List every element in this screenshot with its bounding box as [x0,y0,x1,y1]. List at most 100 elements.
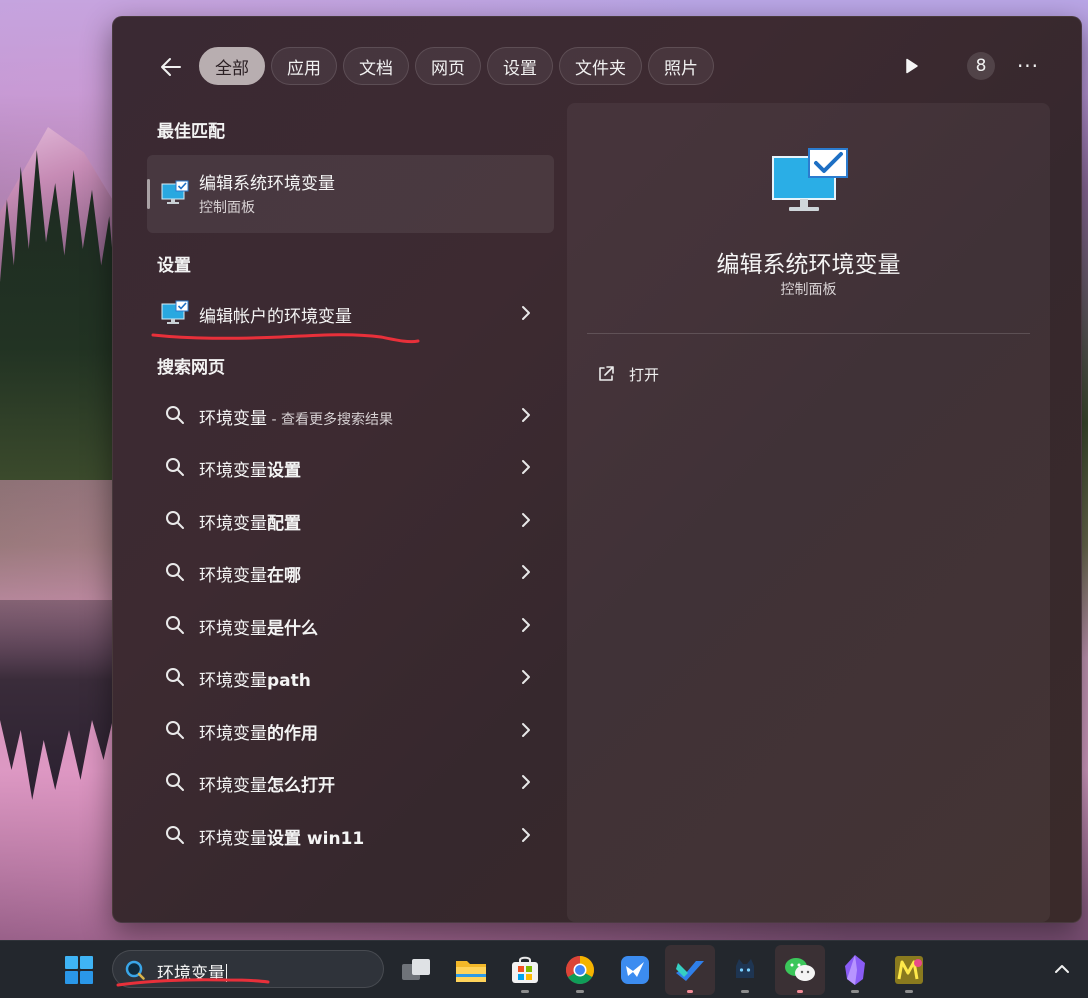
taskbar: 环境变量 [0,940,1088,998]
search-icon [166,721,184,739]
web-result-base: 环境变量 [199,514,267,534]
web-result-item[interactable]: 环境变量配置 [147,498,554,542]
search-icon [166,406,184,424]
arrow-left-icon [161,58,181,76]
web-result-bold: 在哪 [267,566,301,586]
web-result-item[interactable]: 环境变量怎么打开 [147,760,554,804]
web-result-label: 环境变量怎么打开 [199,771,335,796]
web-result-item[interactable]: 环境变量设置 [147,445,554,489]
filter-chip-folders[interactable]: 文件夹 [559,47,642,85]
search-icon [166,826,184,844]
open-external-icon [599,366,614,381]
web-result-bold: 是什么 [267,619,318,639]
wallpaper-lake-reflection [0,600,115,800]
web-result-item[interactable]: 环境变量的作用 [147,708,554,752]
filter-chip-photos[interactable]: 照片 [648,47,714,85]
obsidian-icon [845,955,865,985]
web-result-label: 环境变量配置 [199,509,301,534]
file-explorer-icon [456,961,486,982]
running-indicator [687,990,693,993]
search-icon [166,668,184,686]
windows-start-icon[interactable] [64,955,94,985]
web-result-item[interactable]: 环境变量path [147,655,554,699]
back-button[interactable] [153,49,189,85]
taskbar-cat-app[interactable] [720,945,770,995]
settings-item-label: 编辑帐户的环境变量 [199,307,352,327]
web-result-bold: 配置 [267,514,301,534]
filter-chip-settings[interactable]: 设置 [487,47,553,85]
open-action-label: 打开 [629,365,660,384]
web-result-base: 环境变量 [199,724,267,744]
filter-chip-apps[interactable]: 应用 [271,47,337,85]
taskbar-obsidian[interactable] [830,945,880,995]
taskbar-wechat[interactable] [775,945,825,995]
search-panel: 全部 应用 文档 网页 设置 文件夹 照片 8 ··· 最佳匹配 编辑系统环境变… [112,16,1082,923]
running-indicator [851,990,859,993]
web-result-bold: 设置 win11 [267,829,365,849]
web-result-base: 环境变量 [199,566,267,586]
search-icon [166,458,184,476]
web-result-bold: 怎么打开 [267,776,335,796]
cat-app-icon [736,959,754,978]
web-result-bold: 的作用 [267,724,318,744]
web-result-item[interactable]: 环境变量是什么 [147,603,554,647]
web-result-item[interactable]: 环境变量设置 win11 [147,813,554,857]
chevron-right-icon [522,460,530,474]
web-result-base: 环境变量 [199,619,267,639]
filter-chip-documents[interactable]: 文档 [343,47,409,85]
chevron-up-icon[interactable] [1052,959,1072,979]
taskbar-file-explorer[interactable] [446,945,496,995]
best-match-title: 编辑系统环境变量 [199,174,335,194]
monitor-check-icon [161,300,189,324]
rewards-count-badge[interactable]: 8 [967,52,995,80]
chevron-right-icon [522,670,530,684]
app-blue-icon [676,961,704,981]
search-icon [166,511,184,529]
chevron-right-icon [522,618,530,632]
running-indicator [576,990,584,993]
monitor-check-icon [161,180,189,204]
filter-chip-all[interactable]: 全部 [199,47,265,85]
open-action[interactable]: 打开 [597,359,659,389]
preview-divider [587,333,1030,334]
running-indicator [741,990,749,993]
settings-heading: 设置 [157,256,191,276]
chevron-right-icon [522,306,530,320]
taskbar-task-view[interactable] [391,945,441,995]
play-button[interactable] [899,53,925,79]
web-result-bold: path [267,671,311,691]
chevron-right-icon [522,408,530,422]
best-match-subtitle: 控制面板 [199,200,255,216]
annotation-underline [116,978,270,987]
web-result-base: 环境变量 [199,671,267,691]
taskbar-blue-app[interactable] [665,945,715,995]
task-view-icon [402,959,430,980]
more-options-button[interactable]: ··· [1013,52,1043,80]
preview-pane: 编辑系统环境变量 控制面板 打开 [567,103,1050,922]
web-result-item[interactable]: 环境变量在哪 [147,550,554,594]
chevron-right-icon [522,513,530,527]
running-indicator [905,990,913,993]
web-result-item[interactable]: 环境变量 - 查看更多搜索结果 [147,393,554,437]
web-result-label: 环境变量设置 win11 [199,824,364,849]
filter-chips: 全部 应用 文档 网页 设置 文件夹 照片 [199,47,714,85]
chevron-right-icon [522,565,530,579]
best-match-card[interactable]: 编辑系统环境变量 控制面板 [147,155,554,233]
taskbar-m2-app[interactable] [884,945,934,995]
running-indicator [521,990,529,993]
search-icon [166,563,184,581]
search-icon [166,616,184,634]
web-result-label: 环境变量设置 [199,456,301,481]
monitor-check-icon [772,148,848,211]
filter-chip-web[interactable]: 网页 [415,47,481,85]
web-result-bold: 设置 [267,461,301,481]
web-result-base: 环境变量 [199,829,267,849]
taskbar-feishu[interactable] [610,945,660,995]
web-result-base: 环境变量 [199,776,267,796]
chevron-right-icon [522,723,530,737]
taskbar-microsoft-store[interactable] [500,945,550,995]
web-result-label: 环境变量在哪 [199,561,301,586]
running-indicator [797,990,803,993]
annotation-underline [151,333,420,344]
taskbar-chrome[interactable] [555,945,605,995]
